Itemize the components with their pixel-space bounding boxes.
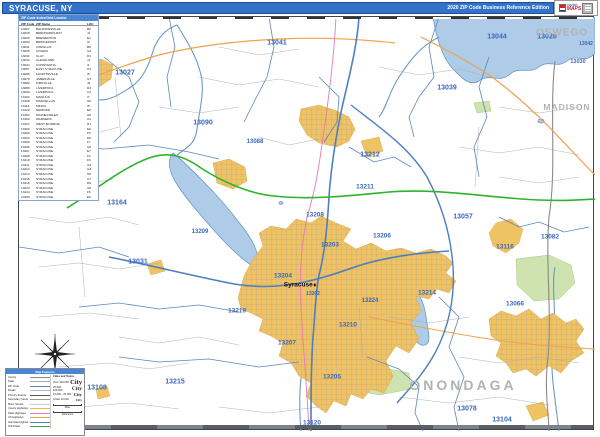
zip-index-column-headers: ZIP Code ZIP Name LOC bbox=[19, 21, 98, 26]
col-zip-name: ZIP Name bbox=[36, 22, 87, 26]
zip-index-rows: 13027BALDWINSVILLEB213028BERNHARDS BAYJ1… bbox=[19, 26, 98, 199]
legend-city-row: Under 10,000City bbox=[53, 397, 82, 402]
table-row: 13290SYRACUSEE5 bbox=[21, 195, 96, 200]
map-neatline-bottom bbox=[19, 425, 593, 429]
legend-feature-list: CountyStateZIP CodeRoadsPrimary StreetsS… bbox=[8, 375, 50, 429]
publisher-logo: market MAPS bbox=[554, 0, 598, 16]
legend-feature-row: Toll Roads bbox=[8, 425, 50, 430]
title-bar: SYRACUSE, NY 2020 ZIP Code Business Refe… bbox=[2, 2, 554, 14]
map-artwork bbox=[19, 17, 595, 431]
zip-index-table: ZIP Code Index/Grid Locator ZIP Code ZIP… bbox=[18, 14, 99, 201]
page-title: SYRACUSE, NY bbox=[9, 4, 73, 13]
edition-label: 2020 ZIP Code Business Reference Edition bbox=[447, 5, 549, 11]
logo-flag-icon bbox=[559, 4, 566, 12]
legend-city-key: Cities and Towns Over 100,000City25,000 … bbox=[50, 375, 82, 429]
scale-miles-label: Miles bbox=[53, 406, 82, 409]
scale-bar-miles: Miles bbox=[53, 404, 82, 410]
map-canvas bbox=[18, 16, 594, 430]
scale-km-label: Kilometers bbox=[53, 413, 82, 416]
col-loc: LOC bbox=[87, 22, 96, 26]
map-neatline-top bbox=[19, 17, 593, 19]
county-boundary bbox=[546, 61, 555, 431]
map-legend: Map Features CountyStateZIP CodeRoadsPri… bbox=[5, 368, 85, 436]
scale-bar-km: Kilometers bbox=[53, 411, 82, 417]
logo-brand-bottom: MAPS bbox=[567, 7, 581, 12]
logo-thumbnail bbox=[582, 3, 593, 14]
legend-city-row: Over 100,000City bbox=[53, 379, 82, 386]
col-zip-code: ZIP Code bbox=[21, 22, 36, 26]
